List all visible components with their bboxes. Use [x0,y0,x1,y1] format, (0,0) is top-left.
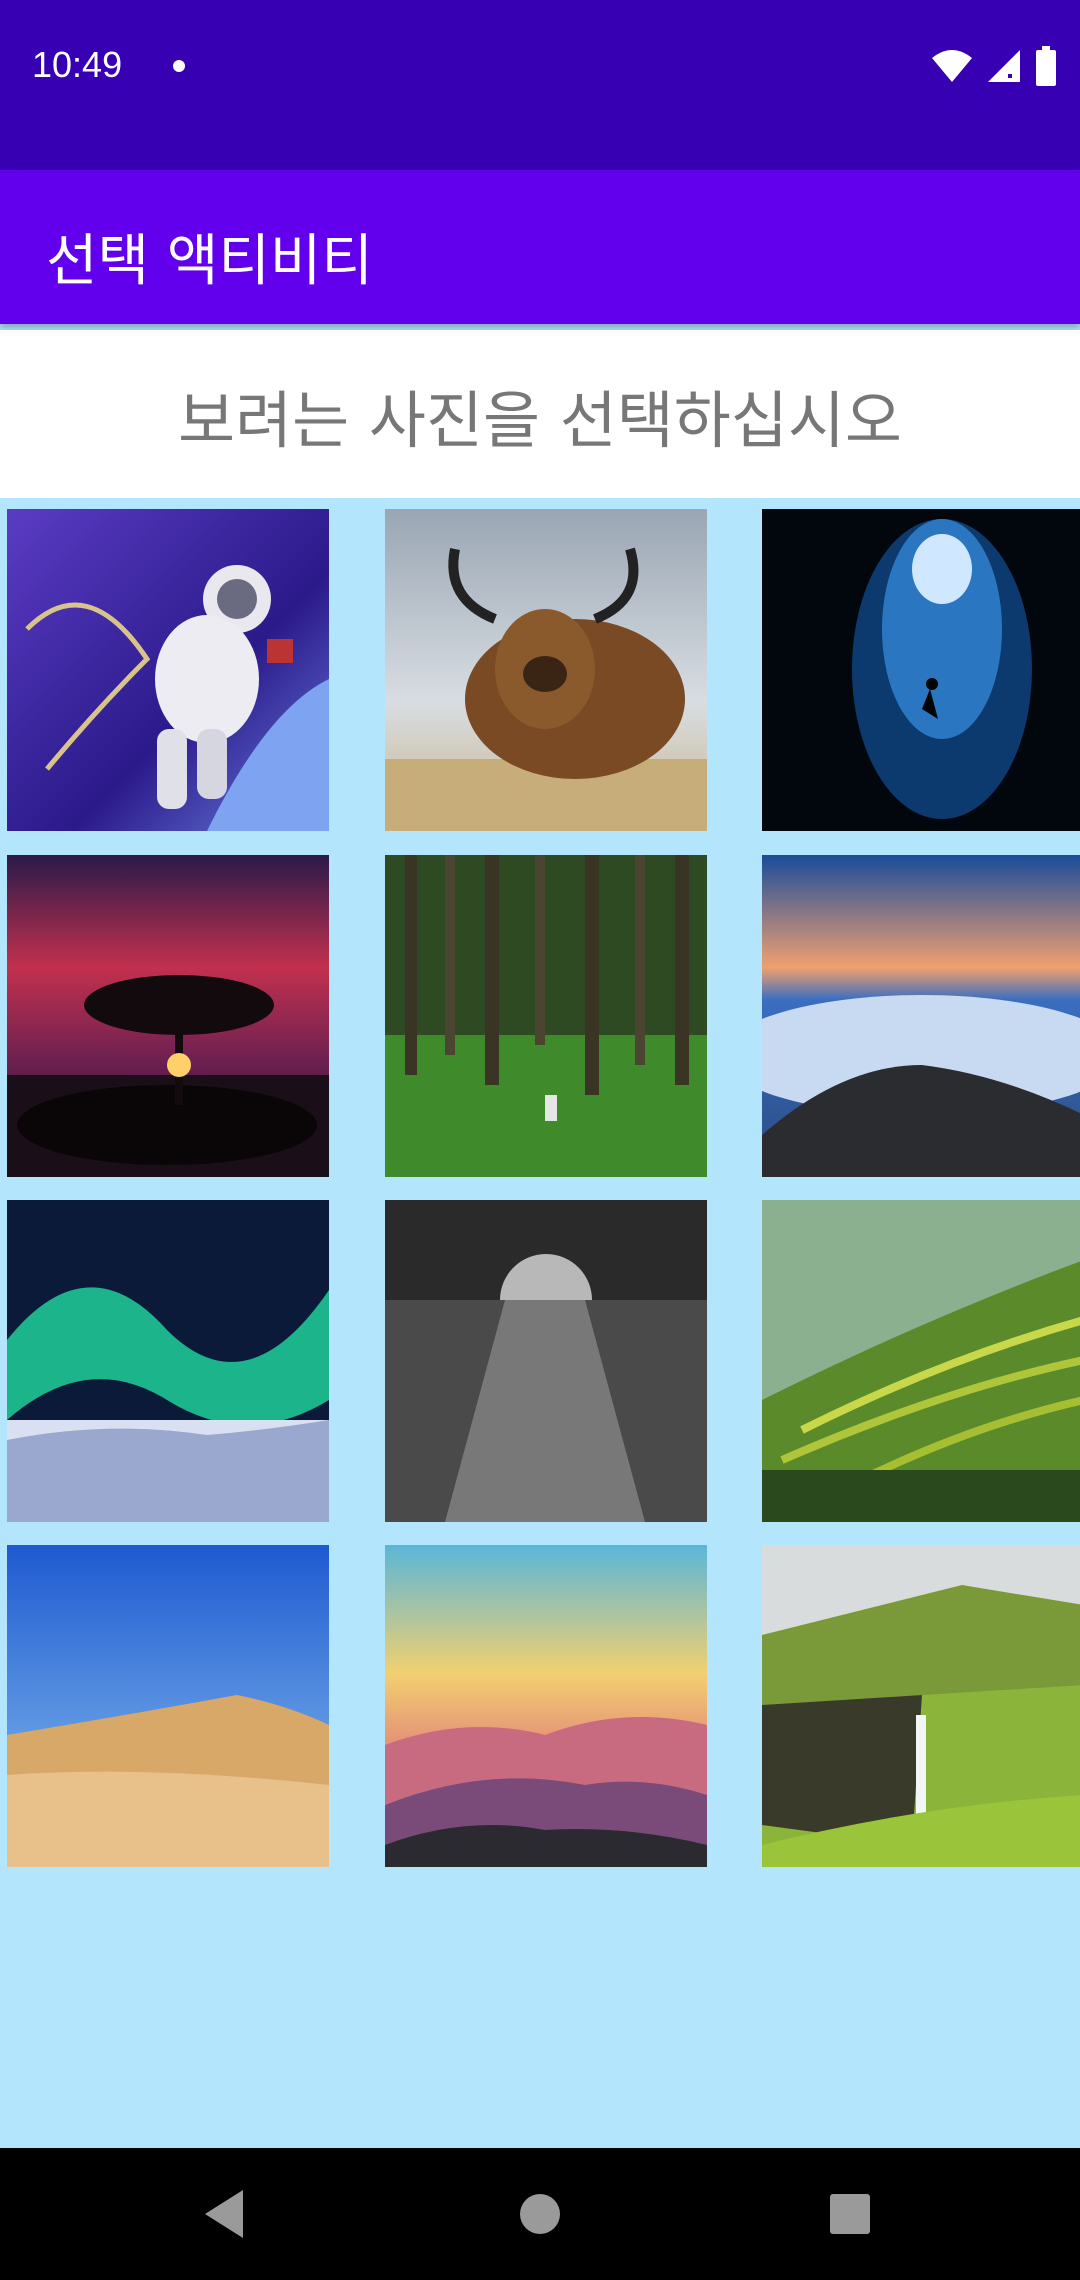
page-title: 선택 액티비티 [46,229,373,294]
notification-dot-icon [173,60,185,72]
wifi-icon [932,50,972,82]
back-icon[interactable] [195,2184,255,2244]
photo-rice-terraces[interactable] [762,1200,1080,1522]
photo-forest[interactable] [385,855,707,1177]
photo-astronaut[interactable] [7,509,329,831]
nav-bar [0,2148,1080,2280]
photo-sunset-tree[interactable] [7,855,329,1177]
home-icon[interactable] [510,2184,570,2244]
photo-aurora[interactable] [7,1200,329,1522]
prompt-text: 보려는 사진을 선택하십시오 [178,384,902,457]
status-bar: 10:49 [0,0,1080,170]
photo-desert-dunes[interactable] [7,1545,329,1867]
status-time: 10:49 [32,44,123,85]
photo-highland-cattle[interactable] [385,509,707,831]
photo-moon-ocean[interactable] [385,1200,707,1522]
photo-waterfall-cliff[interactable] [762,1545,1080,1867]
battery-icon [1036,46,1056,86]
status-icons [930,44,1058,88]
recents-icon[interactable] [820,2184,880,2244]
photo-mountain-sunrise[interactable] [385,1545,707,1867]
signal-icon [988,50,1020,82]
app-bar: 선택 액티비티 [0,170,1080,324]
photo-underwater-cave[interactable] [762,509,1080,831]
prompt-area: 보려는 사진을 선택하십시오 [0,330,1080,498]
photo-clouds-summit[interactable] [762,855,1080,1177]
